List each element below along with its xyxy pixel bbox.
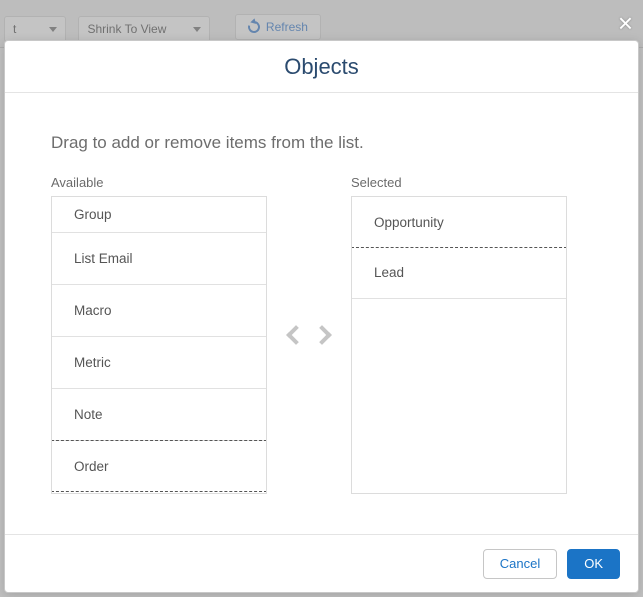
available-item[interactable]: Metric <box>52 337 266 389</box>
ok-button[interactable]: OK <box>567 549 620 579</box>
cancel-button[interactable]: Cancel <box>483 549 557 579</box>
chevron-right-icon[interactable] <box>312 325 332 345</box>
modal-footer: Cancel OK <box>5 534 638 592</box>
available-listbox[interactable]: Group List Email Macro Metric Note Order <box>51 196 267 494</box>
selected-column: Selected Opportunity Lead <box>351 175 567 494</box>
objects-modal: Objects Drag to add or remove items from… <box>4 40 639 593</box>
available-item[interactable]: Order <box>51 440 267 492</box>
available-item[interactable]: Group <box>52 197 266 233</box>
modal-instruction: Drag to add or remove items from the lis… <box>51 133 592 153</box>
chevron-left-icon[interactable] <box>286 325 306 345</box>
transfer-arrows <box>267 186 351 484</box>
selected-label: Selected <box>351 175 567 190</box>
available-label: Available <box>51 175 267 190</box>
selected-item[interactable]: Opportunity <box>351 196 567 248</box>
available-item[interactable]: Macro <box>52 285 266 337</box>
available-column: Available Group List Email Macro Metric … <box>51 175 267 494</box>
modal-body: Drag to add or remove items from the lis… <box>5 93 638 534</box>
selected-item[interactable]: Lead <box>352 247 566 299</box>
available-item[interactable]: List Email <box>52 233 266 285</box>
available-item[interactable]: Note <box>52 389 266 441</box>
close-icon[interactable]: × <box>618 10 633 36</box>
selected-listbox[interactable]: Opportunity Lead <box>351 196 567 494</box>
modal-title: Objects <box>5 41 638 93</box>
